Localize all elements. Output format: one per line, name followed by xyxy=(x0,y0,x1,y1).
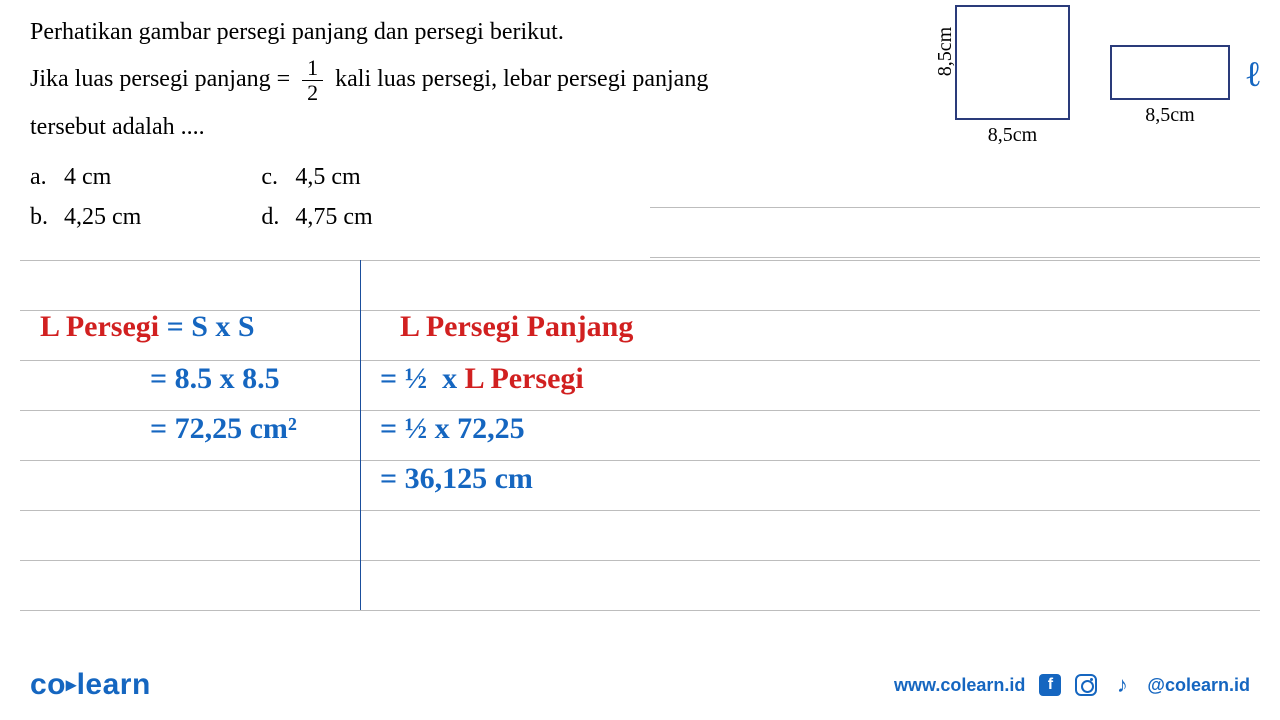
facebook-icon[interactable]: f xyxy=(1039,674,1061,696)
question-block: Perhatikan gambar persegi panjang dan pe… xyxy=(0,0,1280,238)
rectangle-bottom-label: 8,5cm xyxy=(1110,104,1230,127)
footer-url[interactable]: www.colearn.id xyxy=(894,675,1025,696)
opt-b-label: b. xyxy=(30,197,58,238)
hw-right-line1: L Persegi Panjang xyxy=(400,310,633,344)
option-b: b. 4,25 cm xyxy=(30,197,141,238)
square-shape xyxy=(955,5,1070,120)
hw-r2-b: L Persegi xyxy=(465,362,584,395)
q-l2-post: kali luas persegi, lebar persegi panjang xyxy=(335,66,708,92)
brand-learn: learn xyxy=(77,668,151,701)
options-col-2: c. 4,5 cm d. 4,75 cm xyxy=(261,157,372,239)
figures: 8,5cm 8,5cm ℓ 8,5cm xyxy=(955,5,1230,147)
brand-co: co xyxy=(30,668,66,701)
hw-right-line2: = ½ x L Persegi xyxy=(380,362,584,396)
opt-a-label: a. xyxy=(30,157,58,198)
frac-den: 2 xyxy=(302,81,323,105)
answer-options: a. 4 cm b. 4,25 cm c. 4,5 cm d. 4,75 cm xyxy=(30,157,1250,239)
footer: co▸learn www.colearn.id f ♪ @colearn.id xyxy=(30,668,1250,702)
tiktok-icon[interactable]: ♪ xyxy=(1111,674,1133,696)
hw-left-line2: = 8.5 x 8.5 xyxy=(150,362,280,396)
option-d: d. 4,75 cm xyxy=(261,197,372,238)
hw-l1-red: L Persegi xyxy=(40,310,159,343)
option-a: a. 4 cm xyxy=(30,157,141,198)
q-l2-pre: Jika luas persegi panjang = xyxy=(30,66,290,92)
hw-left-line3: = 72,25 cm² xyxy=(150,412,297,446)
instagram-icon[interactable] xyxy=(1075,674,1097,696)
hw-left-line1: L Persegi = S x S xyxy=(40,310,255,344)
rectangle-right-label: ℓ xyxy=(1247,53,1261,95)
square-figure: 8,5cm 8,5cm xyxy=(955,5,1070,147)
rectangle-shape xyxy=(1110,45,1230,100)
hw-right-line3: = ½ x 72,25 xyxy=(380,412,525,446)
option-c: c. 4,5 cm xyxy=(261,157,372,198)
question-line2: Jika luas persegi panjang = 1 2 kali lua… xyxy=(30,56,710,105)
question-line3: tersebut adalah .... xyxy=(30,105,710,151)
opt-d-text: 4,75 cm xyxy=(295,204,372,230)
opt-d-label: d. xyxy=(261,197,289,238)
square-side-label: 8,5cm xyxy=(934,27,957,76)
vertical-divider xyxy=(360,260,361,610)
opt-b-text: 4,25 cm xyxy=(64,204,141,230)
question-line1: Perhatikan gambar persegi panjang dan pe… xyxy=(30,10,710,56)
square-bottom-label: 8,5cm xyxy=(955,124,1070,147)
hw-r2-a: = ½ x xyxy=(380,362,465,395)
question-text: Perhatikan gambar persegi panjang dan pe… xyxy=(30,10,710,151)
rectangle-figure: ℓ 8,5cm xyxy=(1110,45,1230,127)
options-col-1: a. 4 cm b. 4,25 cm xyxy=(30,157,141,239)
frac-num: 1 xyxy=(302,56,323,81)
opt-c-text: 4,5 cm xyxy=(295,164,360,190)
footer-right: www.colearn.id f ♪ @colearn.id xyxy=(894,674,1250,696)
opt-a-text: 4 cm xyxy=(64,164,111,190)
opt-c-label: c. xyxy=(261,157,289,198)
hw-right-line4: = 36,125 cm xyxy=(380,462,533,496)
footer-handle[interactable]: @colearn.id xyxy=(1147,675,1250,696)
fraction-half: 1 2 xyxy=(302,56,323,105)
brand-dot: ▸ xyxy=(66,674,77,696)
brand-logo: co▸learn xyxy=(30,668,151,702)
hw-l1-blue: = S x S xyxy=(167,310,255,343)
